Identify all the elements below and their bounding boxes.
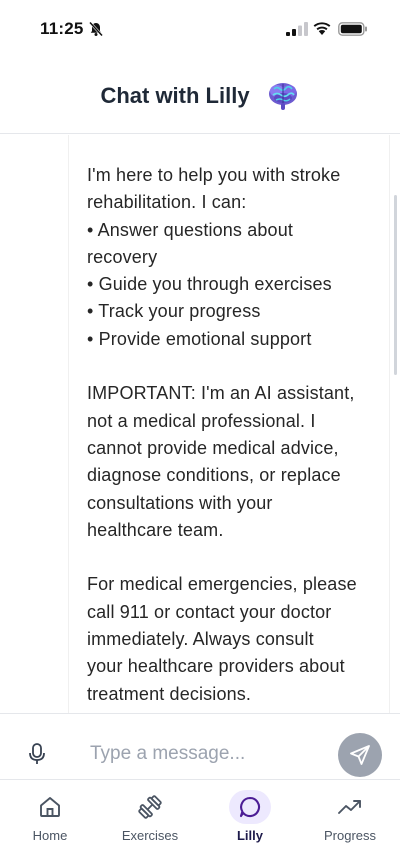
nav-label-exercises: Exercises [121,828,179,843]
wifi-icon [313,22,331,35]
send-button[interactable] [338,733,382,777]
signal-icon [286,22,308,36]
status-time: 11:25 [40,19,84,38]
bell-off-icon [89,21,103,37]
scrollbar[interactable] [394,195,397,375]
mic-button[interactable] [24,740,50,768]
bottom-nav: Home Exercises Lilly Progress [0,779,400,867]
chat-header: Chat with Lilly [0,58,400,134]
page-title: Chat with Lilly [100,82,250,108]
battery-icon [338,22,367,36]
status-bar: 11:25 [0,0,400,58]
brain-icon [268,82,297,110]
chat-messages[interactable]: I'm here to help you with stroke rehabil… [0,135,400,713]
nav-item-lilly[interactable]: Lilly [200,780,300,867]
send-icon [350,745,370,765]
message-input[interactable] [78,736,318,772]
nav-item-progress[interactable]: Progress [300,780,400,867]
chat-bubble-icon [239,796,261,818]
assistant-message: I'm here to help you with stroke rehabil… [68,135,390,713]
nav-item-exercises[interactable]: Exercises [100,780,200,867]
home-icon [40,797,60,817]
microphone-icon [29,743,45,764]
nav-label-home: Home [32,828,68,843]
dumbbell-icon [138,795,162,819]
nav-label-lilly: Lilly [236,828,263,843]
message-input-bar [0,713,400,779]
trending-up-icon [338,800,361,814]
message-text: I'm here to help you with stroke rehabil… [87,165,357,704]
nav-label-progress: Progress [323,828,377,843]
nav-item-home[interactable]: Home [0,780,100,867]
